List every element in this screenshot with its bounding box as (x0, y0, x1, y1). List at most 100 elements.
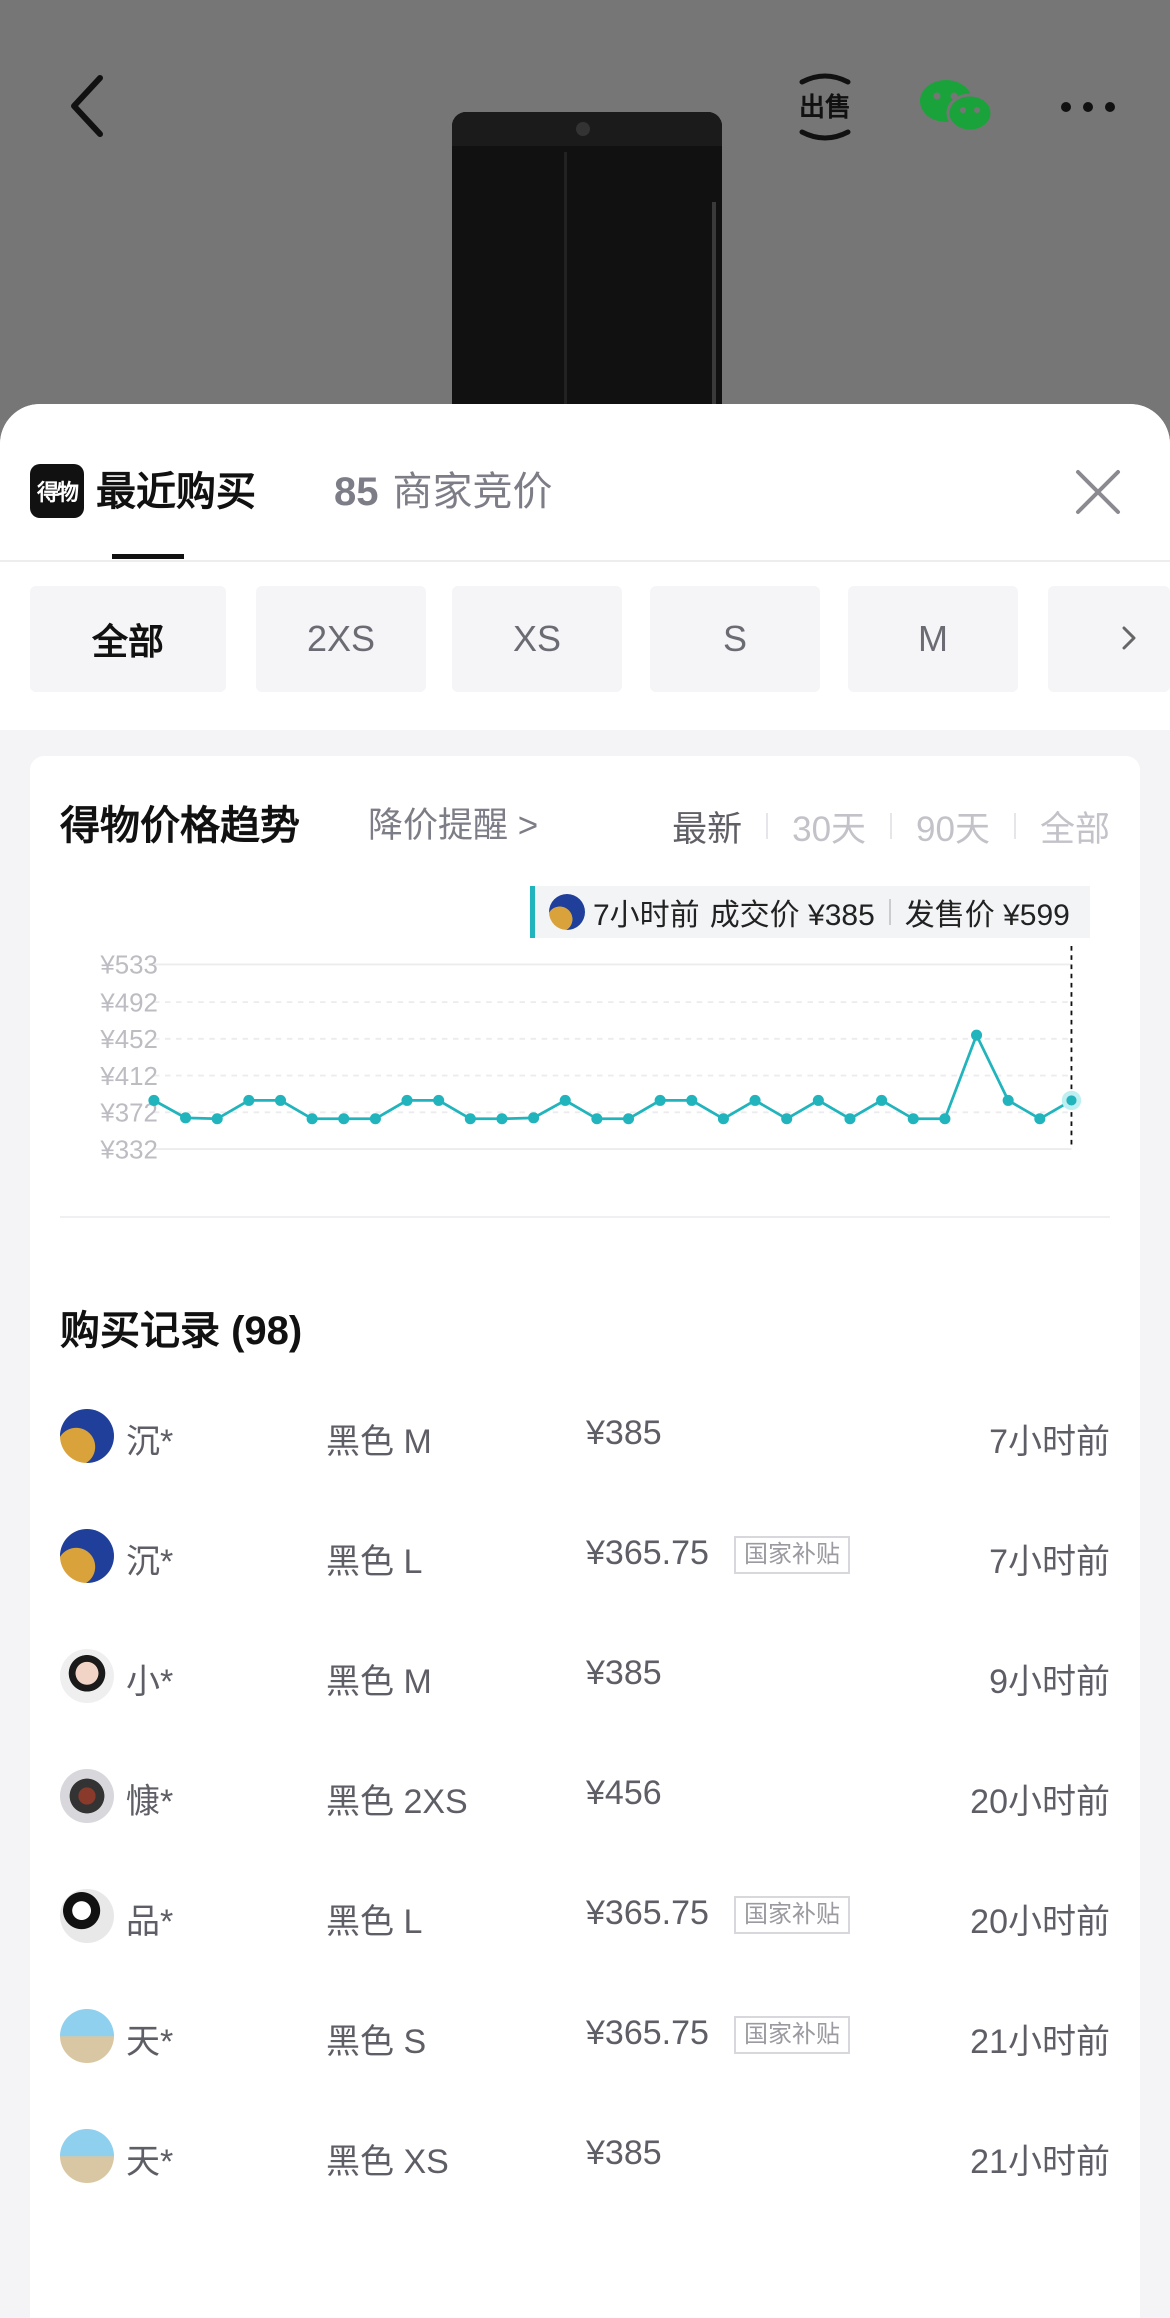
purchase-size: 黑色 S (326, 2023, 427, 2061)
y-tick-label: ¥533 (99, 952, 157, 980)
purchase-record-row: 天* 黑色 XS ¥385 21小时前 (60, 2096, 1110, 2216)
buyer-name: 品* (126, 1903, 174, 1941)
purchase-price: ¥385 (586, 2134, 662, 2172)
subsidy-badge: 国家补贴 (734, 1536, 850, 1574)
size-scroll-right[interactable] (1112, 618, 1144, 658)
user-avatar (60, 2009, 114, 2063)
back-button[interactable] (56, 70, 116, 142)
purchase-record-row: 天* 黑色 S ¥365.75 国家补贴 21小时前 (60, 1976, 1110, 2096)
purchase-price: ¥365.75 (586, 1894, 709, 1932)
range-tab-all[interactable]: 全部 (1040, 801, 1110, 852)
close-icon (1076, 470, 1120, 514)
price-point (907, 1113, 919, 1125)
purchase-size: 黑色 M (326, 1423, 432, 1461)
y-tick-label: ¥412 (99, 1063, 157, 1091)
range-tab-90d[interactable]: 90天 (916, 801, 990, 852)
price-series-line (153, 1031, 1073, 1121)
price-point (496, 1113, 508, 1125)
buyer-name: 天* (126, 2023, 174, 2061)
price-point (369, 1113, 381, 1125)
price-trend-chart[interactable]: ¥533 ¥492 ¥452 ¥412 ¥372 ¥332 (30, 946, 1140, 1186)
buyer-name: 沉* (126, 1543, 174, 1581)
size-filter-bar: 全部 2XS XS S M (0, 562, 1170, 730)
price-point (306, 1113, 318, 1125)
y-tick-label: ¥372 (99, 1100, 157, 1128)
purchase-record-row: 慷* 黑色 2XS ¥456 20小时前 (60, 1736, 1110, 1856)
chevron-right-icon (1122, 626, 1136, 650)
user-avatar (60, 1889, 114, 1943)
price-point (528, 1112, 540, 1124)
more-dots-icon (1061, 102, 1115, 112)
trend-title: 得物价格趋势 (60, 804, 300, 848)
buyer-name: 慷* (126, 1783, 174, 1821)
trend-header: 得物价格趋势 降价提醒 > 最新 30天 90天 全部 (60, 796, 1110, 856)
purchase-time: 7小时前 (989, 1543, 1110, 1581)
sheet-header: 得物 最近购买 85 商家竞价 (0, 404, 1170, 562)
purchase-record-row: 小* 黑色 M ¥385 9小时前 (60, 1616, 1110, 1736)
user-avatar (60, 1409, 114, 1463)
user-avatar (60, 1529, 114, 1583)
tooltip-deal-price: 成交价 ¥385 (709, 899, 875, 932)
size-chip-m[interactable]: M (848, 586, 1018, 692)
y-tick-label: ¥332 (99, 1136, 157, 1164)
product-image-backdrop (0, 0, 1170, 432)
price-point (622, 1113, 635, 1125)
size-chip-xs[interactable]: XS (452, 586, 622, 692)
price-point (939, 1113, 951, 1125)
size-chip-s[interactable]: S (650, 586, 820, 692)
tab-recent-purchases[interactable]: 最近购买 (96, 464, 256, 520)
range-tabs: 最新 30天 90天 全部 (672, 796, 1110, 856)
tooltip-release-price: 发售价 ¥599 (904, 899, 1070, 932)
range-tab-latest[interactable]: 最新 (672, 801, 742, 852)
purchase-size: 黑色 M (326, 1663, 432, 1701)
price-point (338, 1113, 350, 1125)
more-button[interactable] (1056, 70, 1120, 144)
subsidy-badge: 国家补贴 (734, 1896, 850, 1934)
wechat-share-button[interactable] (918, 70, 994, 144)
purchase-time: 21小时前 (970, 2143, 1110, 2181)
bids-label: 商家竞价 (392, 470, 553, 514)
purchase-size: 黑色 L (326, 1543, 423, 1581)
price-point (148, 1094, 160, 1106)
price-point (844, 1113, 856, 1125)
price-trend-card: 得物价格趋势 降价提醒 > 最新 30天 90天 全部 7小时前 成交价 ¥38… (30, 756, 1140, 2318)
bids-count: 85 (334, 470, 379, 514)
purchase-price: ¥385 (586, 1654, 662, 1692)
price-drop-alert-link[interactable]: 降价提醒 > (368, 796, 538, 856)
purchase-price: ¥385 (586, 1414, 662, 1452)
price-point (433, 1094, 445, 1106)
records-title: 购买记录 (98) (60, 1309, 303, 1353)
purchase-record-row: 沉* 黑色 L ¥365.75 国家补贴 7小时前 (60, 1496, 1110, 1616)
tooltip-avatar (549, 894, 585, 930)
tooltip-time: 7小时前 (593, 899, 700, 932)
price-point (749, 1094, 761, 1106)
price-point (180, 1112, 192, 1124)
price-point (243, 1094, 255, 1106)
close-button[interactable] (1070, 464, 1126, 520)
purchase-time: 7小时前 (989, 1423, 1110, 1461)
y-tick-label: ¥452 (99, 1026, 157, 1054)
size-chip-all[interactable]: 全部 (30, 586, 226, 692)
price-point (876, 1094, 888, 1106)
price-point (401, 1094, 413, 1106)
product-image (452, 112, 722, 432)
price-point (971, 1029, 983, 1041)
chart-divider (60, 1216, 1110, 1218)
price-point (591, 1113, 603, 1125)
purchase-record-row: 品* 黑色 L ¥365.75 国家补贴 20小时前 (60, 1856, 1110, 1976)
price-point (781, 1113, 793, 1125)
dewu-logo: 得物 (30, 464, 84, 518)
chevron-left-icon (71, 75, 103, 137)
size-chip-2xs[interactable]: 2XS (256, 586, 426, 692)
purchase-records-list: 沉* 黑色 M ¥385 7小时前 沉* 黑色 L ¥365.75 国家补贴 7小时前 小* 黑色 … (60, 1376, 1110, 2216)
purchase-time: 21小时前 (970, 2023, 1110, 2061)
sell-button[interactable]: 出售 (792, 70, 858, 144)
price-point (211, 1113, 223, 1125)
tab-active-indicator (112, 554, 184, 559)
range-tab-30d[interactable]: 30天 (792, 801, 866, 852)
tab-merchant-bids[interactable]: 85 商家竞价 (334, 464, 553, 520)
price-point (559, 1094, 571, 1106)
purchase-time: 20小时前 (970, 1783, 1110, 1821)
size-chip-partial[interactable] (1048, 586, 1170, 692)
price-point (274, 1094, 287, 1106)
